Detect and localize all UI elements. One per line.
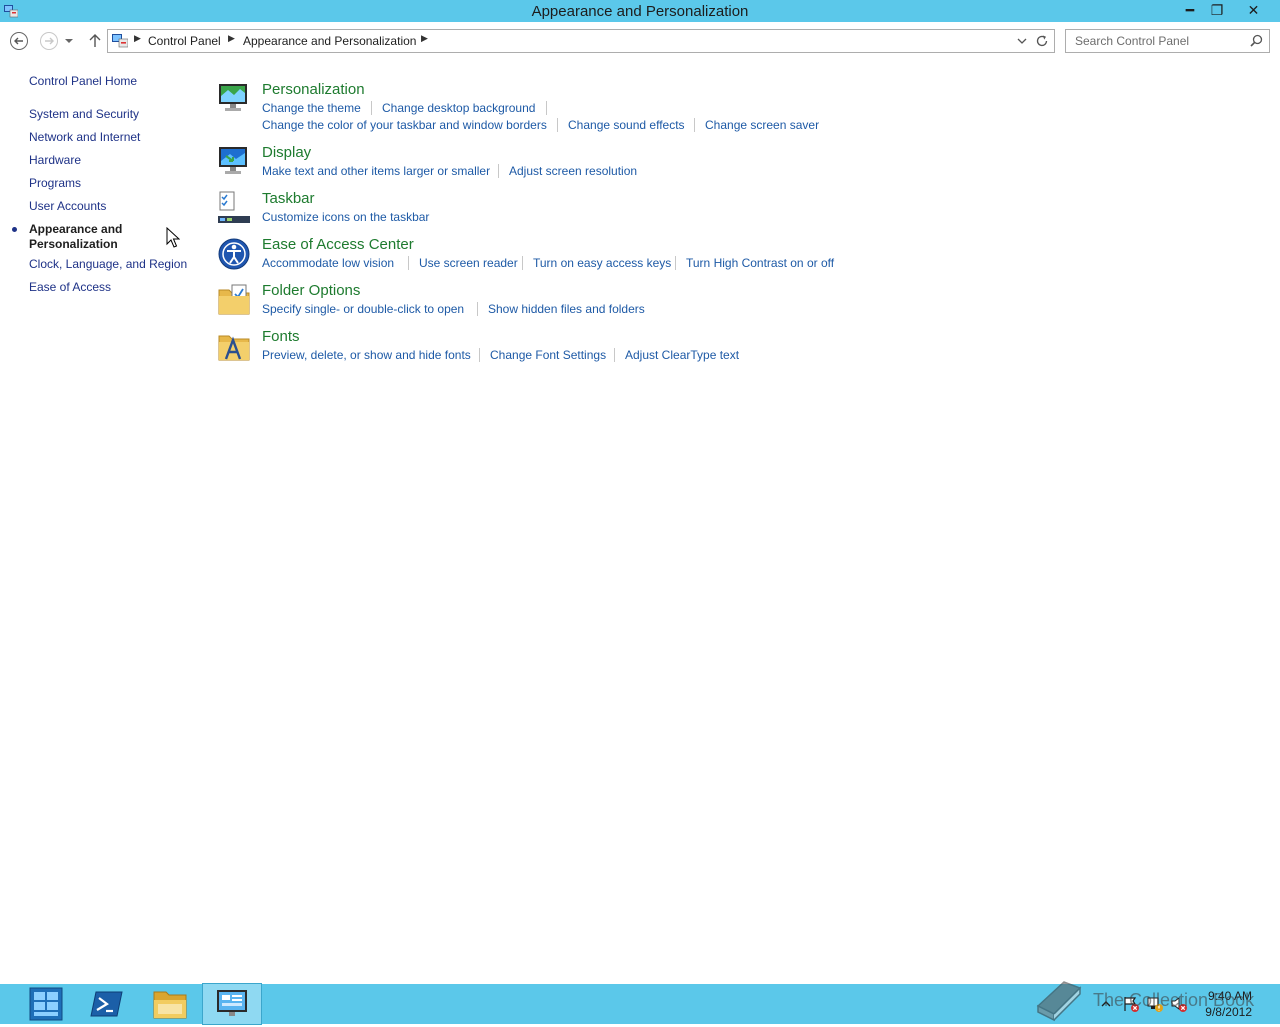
breadcrumb-appearance-personalization[interactable]: Appearance and Personalization <box>243 34 416 48</box>
customize-taskbar-icons-link[interactable]: Customize icons on the taskbar <box>262 210 429 224</box>
window-title: Appearance and Personalization <box>531 3 749 20</box>
link-divider <box>522 256 523 270</box>
sidebar-item-network-and-internet[interactable]: Network and Internet <box>29 130 140 144</box>
use-screen-reader-link[interactable]: Use screen reader <box>419 256 518 270</box>
close-button[interactable]: ✕ <box>1231 0 1276 20</box>
breadcrumb-separator-icon[interactable]: ▶ <box>134 33 141 44</box>
sidebar-item-programs[interactable]: Programs <box>29 176 81 190</box>
link-divider <box>557 118 558 132</box>
start-button[interactable] <box>17 984 75 1024</box>
sidebar-item-appearance-and-personalization[interactable]: Appearance and Personalization <box>29 222 139 252</box>
back-icon[interactable] <box>8 30 30 52</box>
turn-high-contrast-link[interactable]: Turn High Contrast on or off <box>686 256 834 270</box>
breadcrumb-separator-icon[interactable]: ▶ <box>421 33 428 44</box>
link-divider <box>477 302 478 316</box>
link-divider <box>479 348 480 362</box>
breadcrumb-separator-icon[interactable]: ▶ <box>228 33 235 44</box>
link-divider <box>546 101 547 115</box>
recent-locations-chevron-icon[interactable] <box>62 30 76 52</box>
link-divider <box>408 256 409 270</box>
sidebar-item-control-panel-home[interactable]: Control Panel Home <box>29 74 137 88</box>
folder-options-title-link[interactable]: Folder Options <box>262 282 360 299</box>
adjust-screen-resolution-link[interactable]: Adjust screen resolution <box>509 164 637 178</box>
address-dropdown-chevron-icon[interactable] <box>1016 35 1028 47</box>
powershell-icon <box>90 991 123 1017</box>
title-bar: Appearance and Personalization ━ ❐ ✕ <box>0 0 1280 22</box>
display-icon[interactable] <box>216 144 252 180</box>
link-divider <box>675 256 676 270</box>
preview-delete-fonts-link[interactable]: Preview, delete, or show and hide fonts <box>262 348 471 362</box>
link-divider <box>694 118 695 132</box>
book-logo-icon <box>1036 981 1082 1022</box>
folder-options-icon[interactable] <box>216 282 252 318</box>
change-theme-link[interactable]: Change the theme <box>262 101 361 115</box>
taskbar-title-link[interactable]: Taskbar <box>262 190 315 207</box>
control-panel-taskbar-icon <box>217 990 247 1016</box>
ease-of-access-icon[interactable] <box>216 236 252 272</box>
link-divider <box>371 101 372 115</box>
change-taskbar-color-link[interactable]: Change the color of your taskbar and win… <box>262 118 547 132</box>
make-text-larger-link[interactable]: Make text and other items larger or smal… <box>262 164 490 178</box>
sidebar-item-system-and-security[interactable]: System and Security <box>29 107 139 121</box>
show-hidden-files-link[interactable]: Show hidden files and folders <box>488 302 645 316</box>
taskbar-powershell-button[interactable] <box>79 984 137 1024</box>
sidebar-item-hardware[interactable]: Hardware <box>29 153 81 167</box>
refresh-icon[interactable] <box>1035 34 1049 48</box>
single-double-click-link[interactable]: Specify single- or double-click to open <box>262 302 464 316</box>
watermark: The Collection Book <box>1030 976 1260 1024</box>
watermark-text: The Collection Book <box>1093 990 1255 1010</box>
link-divider <box>498 164 499 178</box>
adjust-cleartype-link[interactable]: Adjust ClearType text <box>625 348 739 362</box>
accommodate-low-vision-link[interactable]: Accommodate low vision <box>262 256 394 270</box>
taskbar-file-explorer-button[interactable] <box>141 984 199 1024</box>
change-font-settings-link[interactable]: Change Font Settings <box>490 348 606 362</box>
taskbar-control-panel-button[interactable] <box>202 983 262 1025</box>
up-arrow-icon[interactable] <box>84 30 106 52</box>
sidebar-item-user-accounts[interactable]: User Accounts <box>29 199 106 213</box>
breadcrumb-control-panel[interactable]: Control Panel <box>148 34 221 48</box>
personalization-icon[interactable] <box>216 81 252 117</box>
file-explorer-icon <box>153 991 187 1019</box>
taskbar-icon[interactable] <box>216 190 252 226</box>
change-screen-saver-link[interactable]: Change screen saver <box>705 118 819 132</box>
change-sound-effects-link[interactable]: Change sound effects <box>568 118 685 132</box>
search-box[interactable] <box>1065 29 1270 53</box>
mouse-cursor-icon <box>166 227 180 248</box>
restore-button[interactable]: ❐ <box>1204 0 1230 20</box>
turn-on-easy-access-keys-link[interactable]: Turn on easy access keys <box>533 256 671 270</box>
address-bar[interactable]: ▶ Control Panel ▶ Appearance and Persona… <box>107 29 1055 53</box>
control-panel-location-icon <box>112 34 128 48</box>
fonts-icon[interactable] <box>216 328 252 364</box>
search-icon[interactable] <box>1250 34 1263 47</box>
link-divider <box>614 348 615 362</box>
personalization-title-link[interactable]: Personalization <box>262 81 365 98</box>
sidebar-item-clock-language-region[interactable]: Clock, Language, and Region <box>29 257 187 271</box>
current-item-bullet <box>12 227 17 232</box>
ease-of-access-center-title-link[interactable]: Ease of Access Center <box>262 236 414 253</box>
forward-icon[interactable] <box>38 30 60 52</box>
fonts-title-link[interactable]: Fonts <box>262 328 300 345</box>
sidebar-item-ease-of-access[interactable]: Ease of Access <box>29 280 111 294</box>
server-manager-icon <box>29 987 63 1021</box>
search-input[interactable] <box>1073 33 1247 49</box>
display-title-link[interactable]: Display <box>262 144 311 161</box>
minimize-button[interactable]: ━ <box>1177 0 1203 20</box>
change-desktop-background-link[interactable]: Change desktop background <box>382 101 535 115</box>
navigation-bar: ▶ Control Panel ▶ Appearance and Persona… <box>0 22 1280 60</box>
